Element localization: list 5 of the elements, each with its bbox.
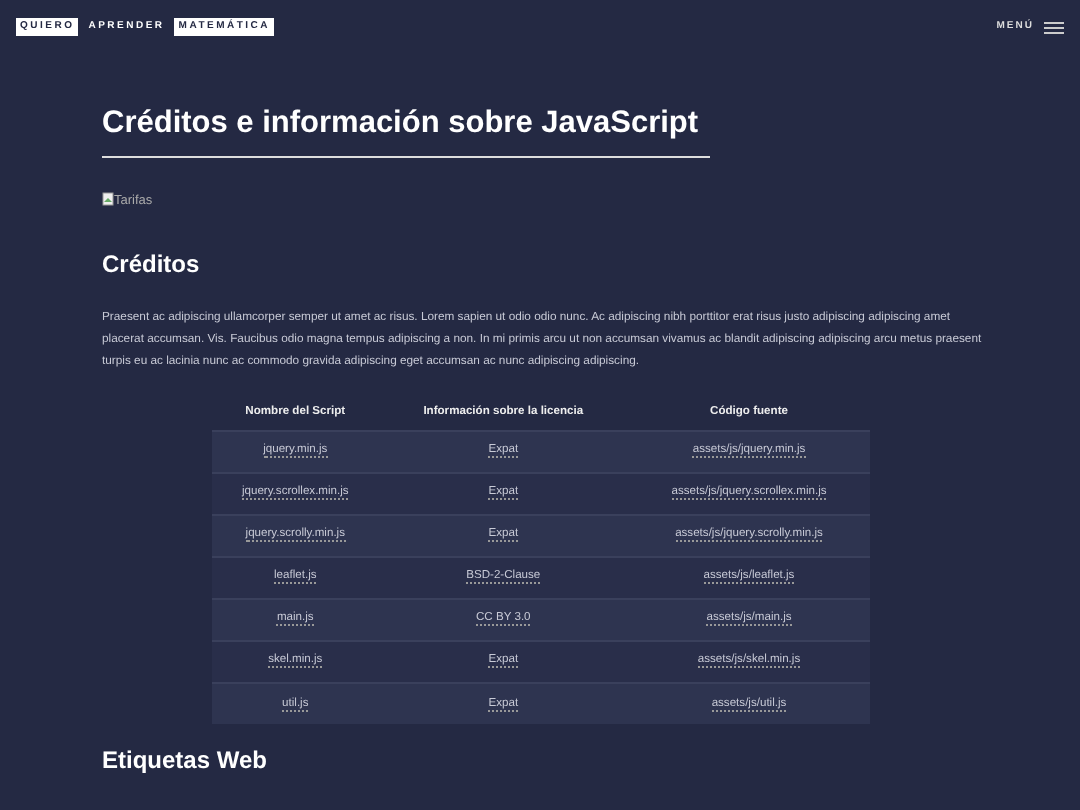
broken-image-icon: [102, 192, 114, 206]
page-title: Créditos e información sobre JavaScript: [102, 104, 701, 144]
section-heading: Etiquetas Web: [102, 744, 269, 779]
menu-icon[interactable]: [1044, 21, 1064, 33]
section-heading: Créditos: [102, 248, 202, 282]
